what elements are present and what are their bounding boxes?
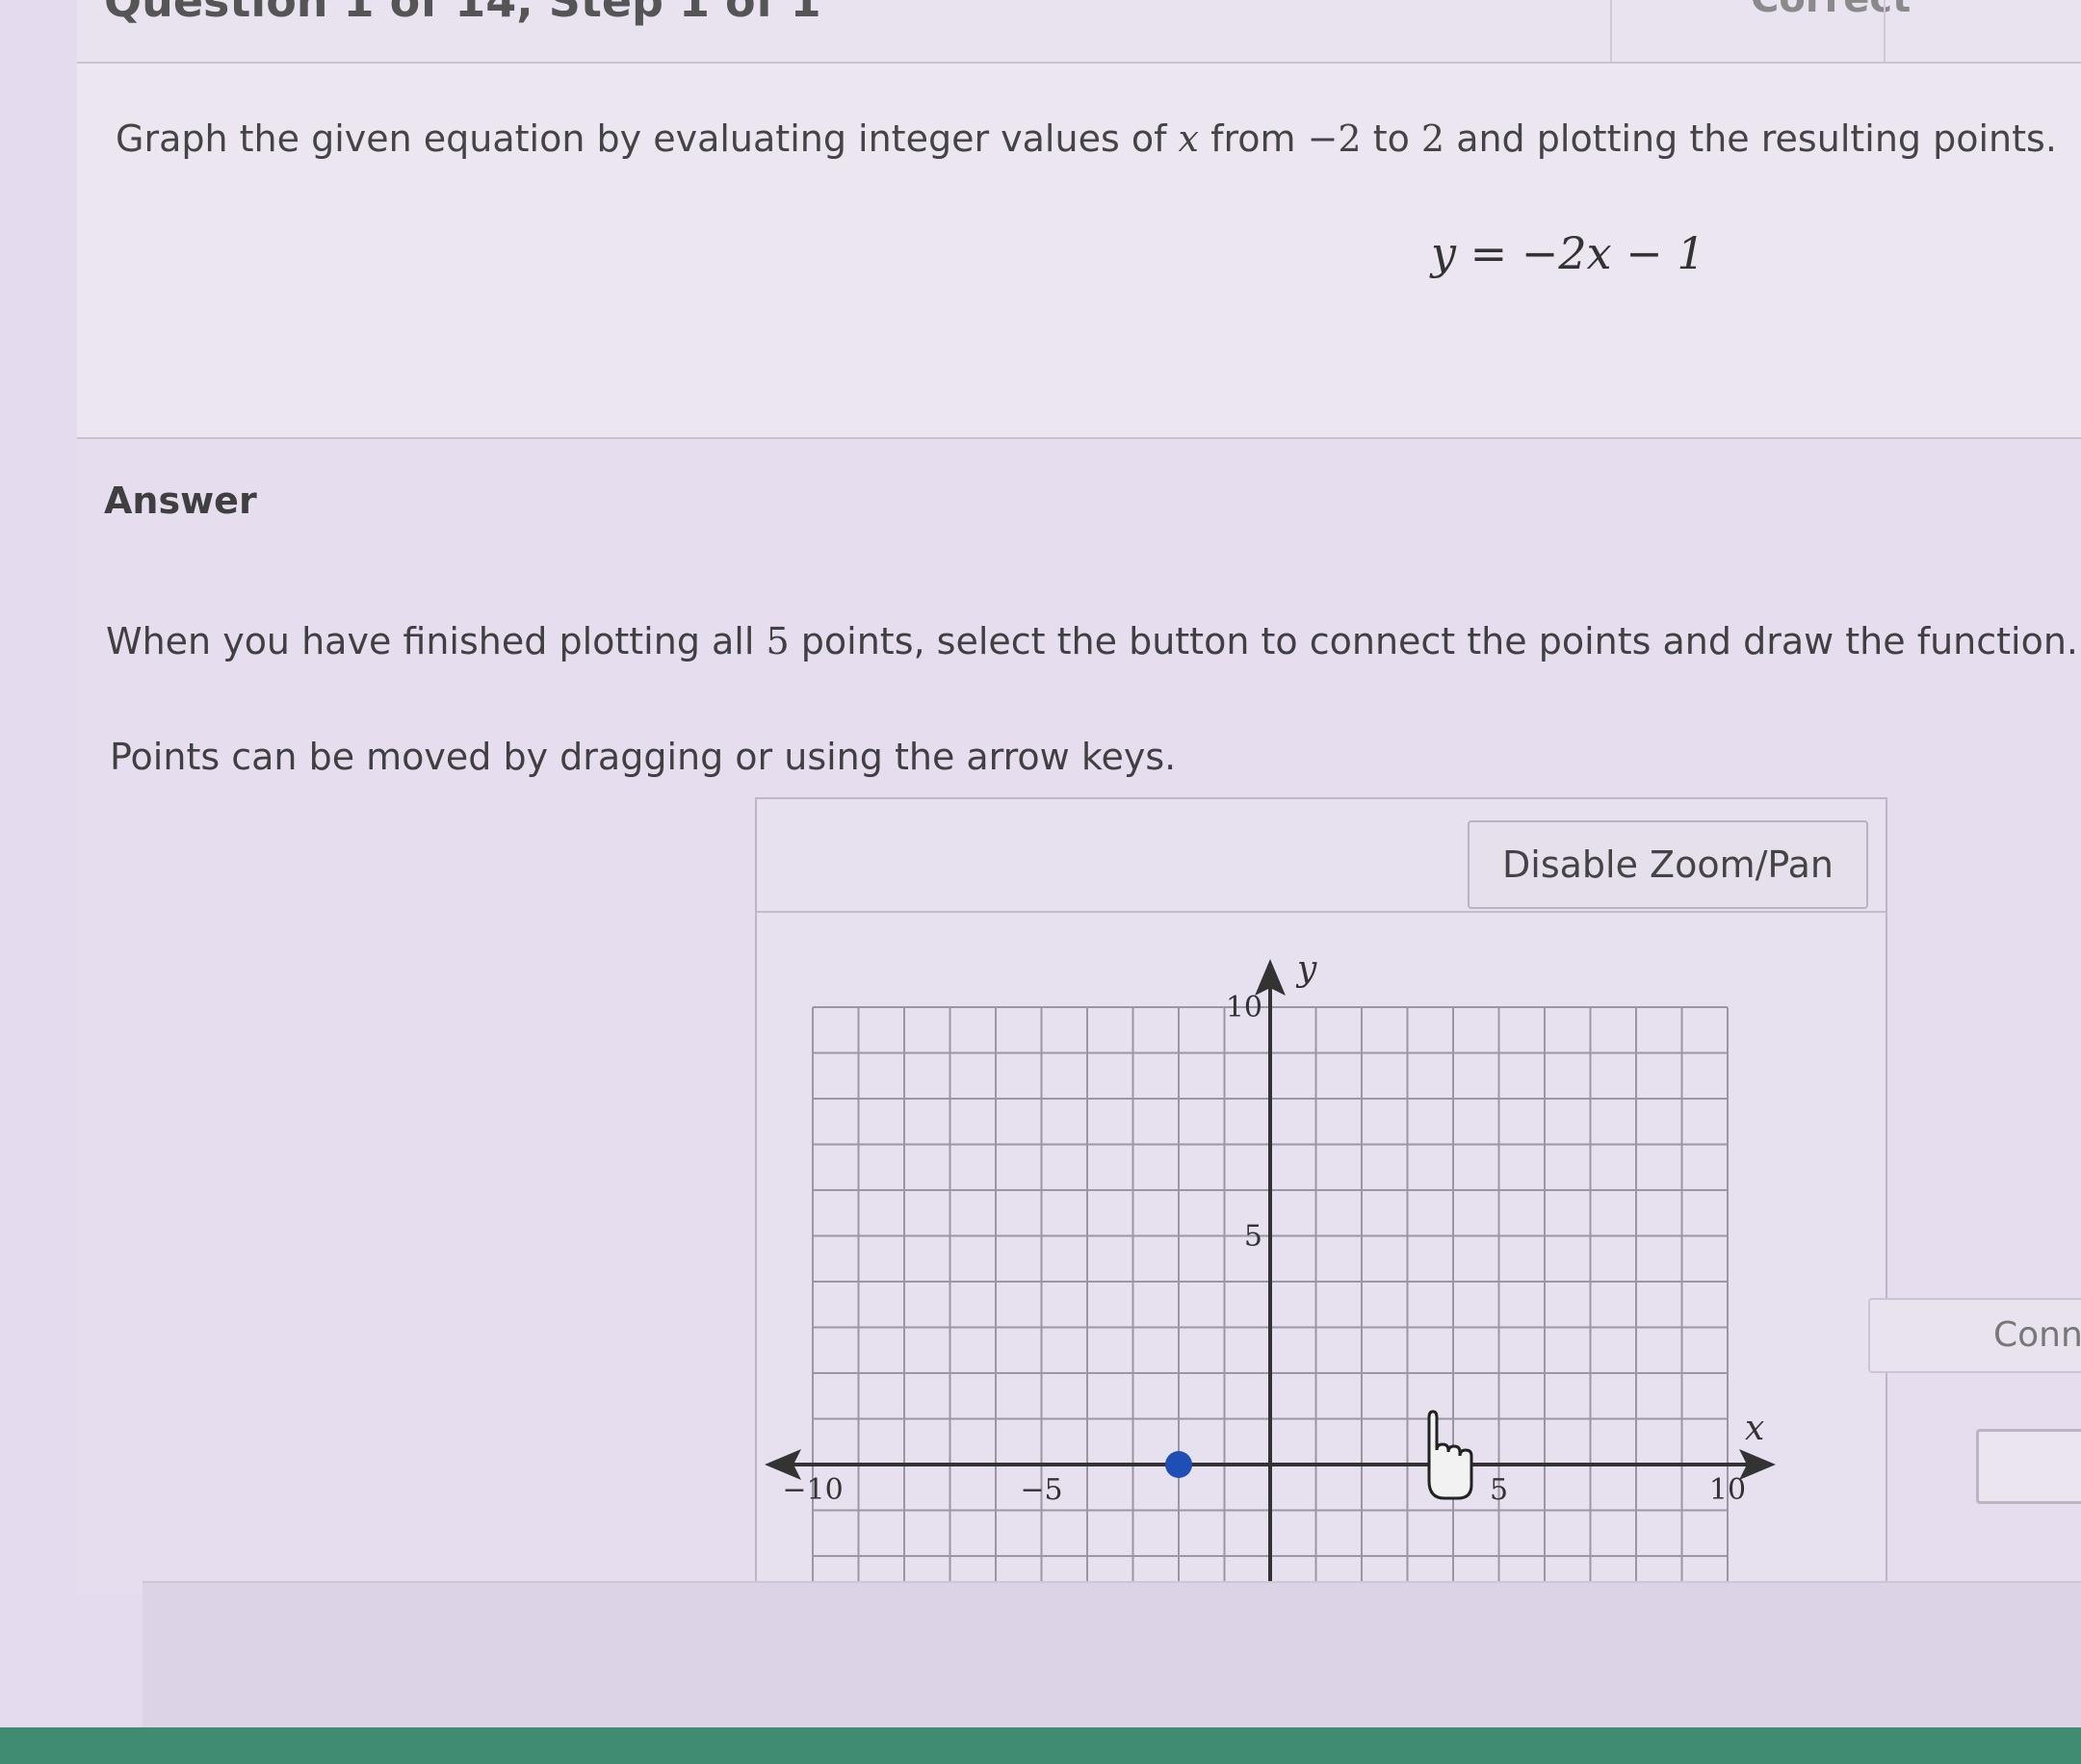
point-count: 5 bbox=[766, 620, 790, 662]
connect-points-button[interactable]: Conn bbox=[1868, 1298, 2081, 1373]
taskbar-strip bbox=[0, 1727, 2081, 1764]
graph-toolbar: Disable Zoom/Pan bbox=[757, 799, 1886, 913]
footer-panel bbox=[143, 1581, 2081, 1729]
plotted-point[interactable] bbox=[1165, 1451, 1192, 1478]
secondary-button[interactable] bbox=[1976, 1429, 2081, 1504]
y-tick-label: 5 bbox=[1244, 1220, 1262, 1254]
prompt-variable: x bbox=[1178, 117, 1199, 160]
header-divider bbox=[1610, 0, 1612, 62]
disable-zoom-pan-button[interactable]: Disable Zoom/Pan bbox=[1468, 820, 1868, 909]
x-tick-label: −10 bbox=[782, 1473, 843, 1507]
coordinate-plane[interactable]: x y −10 −5 5 10 10 5 bbox=[755, 924, 1862, 1637]
x-tick-label: 5 bbox=[1490, 1473, 1508, 1507]
question-header: Question 1 of 14, Step 1 of 1 Correct bbox=[77, 0, 2081, 64]
y-tick-label: 10 bbox=[1226, 991, 1262, 1025]
y-axis-label: y bbox=[1295, 949, 1317, 989]
status-badge: Correct bbox=[1751, 0, 1911, 21]
plot-instructions: When you have finished plotting all 5 po… bbox=[106, 620, 2079, 662]
prompt-to: 2 bbox=[1420, 117, 1445, 160]
drag-hint: Points can be moved by dragging or using… bbox=[110, 736, 1177, 778]
prompt-from: −2 bbox=[1307, 117, 1362, 160]
question-prompt: Graph the given equation by evaluating i… bbox=[116, 117, 2057, 160]
x-tick-label: −5 bbox=[1020, 1473, 1062, 1507]
hand-cursor-icon bbox=[1427, 1410, 1473, 1500]
equation: y = −2x − 1 bbox=[1431, 227, 1705, 279]
header-divider bbox=[1884, 0, 1886, 62]
question-progress: Question 1 of 14, Step 1 of 1 bbox=[104, 0, 821, 27]
plotted-points[interactable] bbox=[1165, 1451, 1192, 1478]
x-axis-label: x bbox=[1745, 1409, 1764, 1448]
x-tick-label: 10 bbox=[1709, 1473, 1746, 1507]
tick-labels: −10 −5 5 10 10 5 bbox=[782, 991, 1746, 1507]
answer-heading: Answer bbox=[104, 480, 257, 522]
